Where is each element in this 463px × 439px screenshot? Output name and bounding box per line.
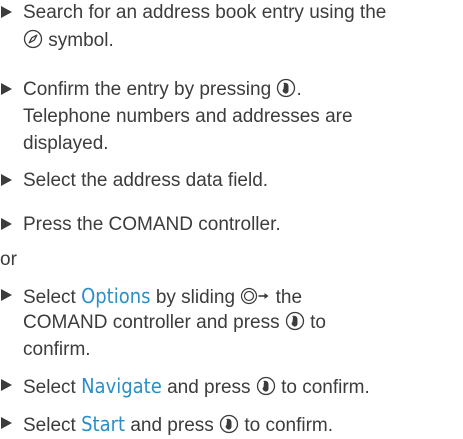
instruction-list: Search for an address book entry using t… [0, 0, 463, 439]
step-1-line-2: symbol. [23, 28, 114, 54]
slide-right-icon [240, 286, 270, 306]
step-1-line-1: Search for an address book entry using t… [23, 2, 387, 23]
step-2-line-3: displayed. [23, 133, 109, 154]
or-label: or [0, 249, 17, 270]
step-2-line-1: Confirm the entry by pressing . [23, 78, 302, 100]
bullet-arrow-icon [1, 289, 12, 301]
bullet-arrow-icon [1, 218, 12, 230]
step-3-line-1: Select the address data field. [23, 170, 269, 191]
navigate-keyword: Navigate [81, 374, 162, 398]
press-controller-icon [219, 414, 239, 434]
step-6-line-1: Select Navigate and press to confirm. [23, 374, 370, 398]
start-keyword: Start [81, 412, 126, 436]
step-5-line-3: confirm. [23, 339, 91, 360]
press-controller-icon [285, 311, 305, 331]
step-5-line-2: COMAND controller and press to [23, 311, 327, 333]
bullet-arrow-icon [1, 417, 12, 429]
step-4-line-1: Press the COMAND controller. [23, 214, 281, 235]
step-5-line-1: Select Options by sliding the [23, 284, 303, 308]
bullet-arrow-icon [1, 83, 12, 95]
press-controller-icon [256, 376, 276, 396]
bullet-arrow-icon [1, 379, 12, 391]
compass-icon [23, 29, 43, 49]
press-controller-icon [276, 78, 296, 98]
bullet-arrow-icon [1, 174, 12, 186]
bullet-arrow-icon [1, 6, 12, 18]
options-keyword: Options [81, 284, 151, 308]
step-7-line-1: Select Start and press to confirm. [23, 412, 334, 436]
step-2-line-2: Telephone numbers and addresses are [23, 106, 353, 127]
